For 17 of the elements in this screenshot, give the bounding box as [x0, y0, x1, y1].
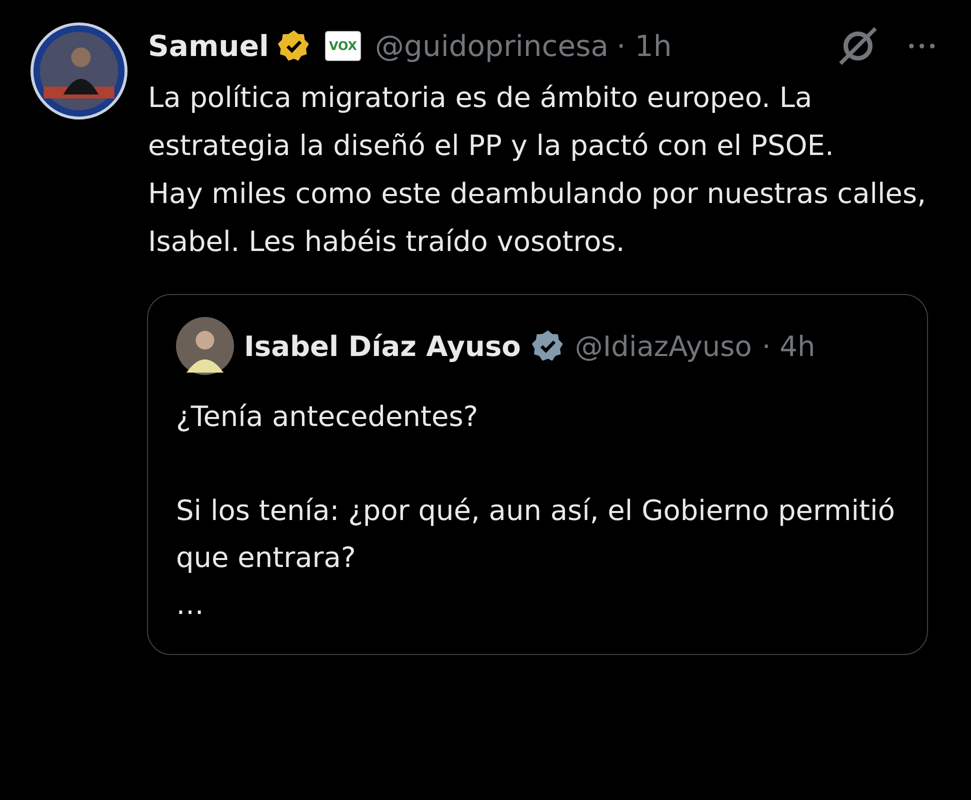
quote-text: … — [176, 587, 205, 623]
quoted-post[interactable]: Isabel Díaz Ayuso @IdiazAyuso · 4h ¿Tenía antecedentes? Si los tenía: ¿por qué, aun así, el Gobierno permitió que entrara? … — [147, 294, 928, 655]
author-name[interactable]: Isabel Díaz Ayuso — [244, 330, 521, 362]
author-name[interactable]: Samuel — [148, 29, 269, 63]
avatar[interactable] — [30, 22, 128, 120]
author-handle[interactable]: @guidoprincesa — [375, 29, 608, 63]
post-time: · 1h — [616, 29, 672, 63]
avatar — [176, 317, 234, 375]
quote-text: Si los tenía: ¿por qué, aun así, el Gobierno permitió que entrara? — [176, 493, 896, 576]
more-button[interactable]: ••• — [906, 36, 938, 56]
quote-text: ¿Tenía antecedentes? — [176, 399, 480, 435]
post-text: Hay miles como este deambulando por nuestras calles, Isabel. Les habéis traído vosotros. — [148, 176, 928, 260]
slashed-circle-icon[interactable] — [836, 25, 879, 67]
author-handle[interactable]: @IdiazAyuso — [574, 330, 752, 362]
post-text: La política migratoria es de ámbito europeo. La estrategia la diseñó el PP y la pactó con el PSOE. — [148, 80, 835, 164]
post-time: · 4h — [762, 330, 816, 362]
affiliate-badge[interactable]: VOX — [324, 31, 362, 61]
